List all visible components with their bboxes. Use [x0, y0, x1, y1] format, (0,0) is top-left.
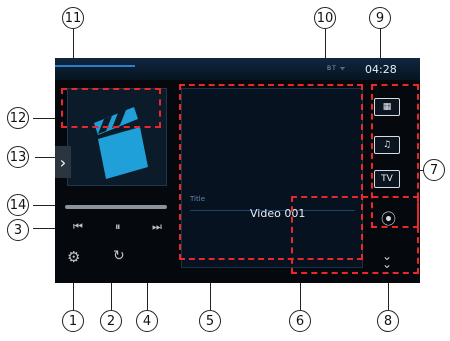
callout-10: 10 — [314, 7, 336, 29]
pause-icon[interactable]: ⏸ — [115, 220, 121, 234]
callout-11: 11 — [62, 7, 84, 29]
callout-5: 5 — [199, 310, 221, 332]
status-accent-line — [55, 65, 135, 67]
callout-9: 9 — [369, 7, 391, 29]
highlight-lower-right — [291, 196, 419, 274]
progress-bar[interactable] — [65, 205, 167, 209]
clock: 04:28 — [365, 63, 397, 76]
callout-2: 2 — [100, 310, 122, 332]
callout-8: 8 — [377, 310, 399, 332]
callout-13: 13 — [7, 146, 29, 168]
repeat-icon[interactable]: ↻ — [113, 248, 125, 264]
callout-4: 4 — [136, 310, 158, 332]
callout-1: 1 — [62, 310, 84, 332]
callout-12: 12 — [7, 107, 29, 129]
leader-11 — [73, 29, 74, 59]
expand-panel-button[interactable]: › — [55, 146, 71, 178]
callout-7: 7 — [423, 159, 445, 181]
status-bar: BT ᯤ 04:28 — [55, 58, 420, 80]
next-track-icon[interactable]: ⏭ — [152, 220, 162, 234]
highlight-thumbnail — [61, 88, 161, 128]
callout-14: 14 — [7, 194, 29, 216]
device-screen: BT ᯤ 04:28 › ⏮ ⏸ ⏭ ⚙ ↻ Title Video 001 ▦… — [55, 58, 420, 283]
bluetooth-status-icon: BT ᯤ — [327, 65, 347, 72]
leader-13 — [35, 157, 57, 158]
previous-track-icon[interactable]: ⏮ — [73, 220, 83, 234]
settings-gear-icon[interactable]: ⚙ — [67, 248, 80, 266]
callout-3: 3 — [7, 219, 29, 241]
callout-6: 6 — [289, 310, 311, 332]
